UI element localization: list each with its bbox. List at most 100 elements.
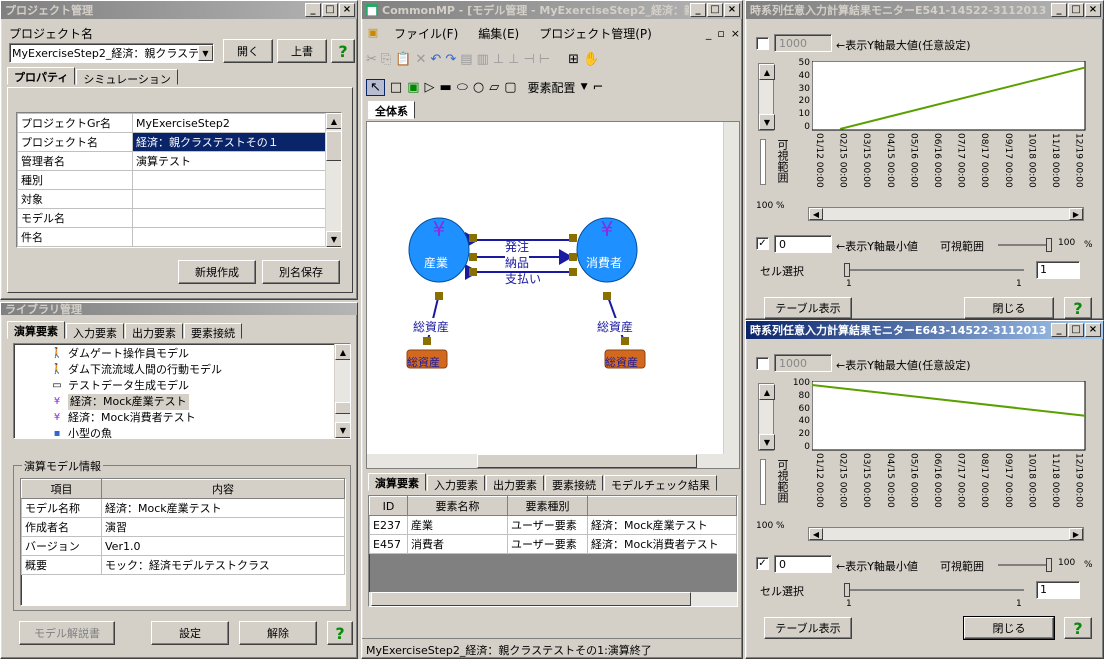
chevron-down-icon[interactable]: ▼ (581, 82, 588, 92)
align3-icon[interactable]: ⊥ (493, 52, 504, 67)
tree-item[interactable]: ▭ テストデータ生成モデル (50, 378, 222, 394)
scroll-up-icon[interactable]: ▲ (759, 384, 775, 400)
hand-icon[interactable]: ✋ (583, 52, 599, 67)
ymax-input[interactable]: 1000 (774, 34, 832, 52)
property-row[interactable]: 件名 (17, 227, 327, 247)
tab-model-check[interactable]: モデルチェック結果 (604, 475, 717, 492)
ymax-scroll[interactable]: ▲ ▼ (758, 383, 775, 451)
layout-menu[interactable]: 要素配置 (528, 79, 576, 96)
help-icon[interactable]: ? (331, 39, 355, 63)
minimize-icon[interactable]: _ (1051, 3, 1067, 17)
menu-project[interactable]: プロジェクト管理(P) (539, 25, 652, 42)
rect-tool-icon[interactable]: □ (390, 80, 402, 95)
close-button[interactable]: 閉じる (964, 297, 1054, 319)
ymax-input[interactable]: 1000 (774, 354, 832, 372)
filled-rect-icon[interactable]: ▬ (440, 80, 452, 95)
tree-item[interactable]: ¥ 経済：Mock消費者テスト (50, 410, 222, 426)
circle-icon[interactable]: ○ (473, 80, 484, 95)
maximize-icon[interactable]: □ (1068, 3, 1084, 17)
delete-icon[interactable]: ✕ (416, 52, 427, 67)
mdi-restore-icon[interactable]: ▫ (717, 27, 724, 40)
release-button[interactable]: 解除 (239, 621, 317, 645)
tab-calc-elements[interactable]: 演算要素 (368, 473, 426, 491)
menu-file[interactable]: ファイル(F) (394, 25, 458, 42)
scroll-right-icon[interactable]: ▶ (1069, 528, 1083, 540)
ymin-input[interactable]: 0 (774, 555, 832, 573)
chart-hscroll[interactable]: ◀ ▶ (808, 207, 1084, 221)
settings-button[interactable]: 設定 (151, 621, 229, 645)
ymax-scroll[interactable]: ▲ ▼ (758, 63, 775, 131)
new-button[interactable]: 新規作成 (178, 260, 256, 284)
maximize-icon[interactable]: □ (322, 3, 338, 17)
cell-select-track[interactable] (844, 263, 1024, 277)
align-icon[interactable]: ▤ (460, 52, 472, 67)
table-row[interactable]: E237 産業 ユーザー要素 経済：Mock産業テスト (369, 515, 737, 535)
property-scrollbar[interactable]: ▲ ▼ (325, 113, 341, 247)
scroll-left-icon[interactable]: ◀ (809, 528, 823, 540)
visible-range-slider[interactable] (760, 459, 766, 505)
scroll-thumb[interactable] (477, 454, 697, 468)
help-icon[interactable]: ? (327, 621, 353, 645)
ymin-checkbox[interactable]: ✓ (756, 237, 769, 250)
mdi-close-icon[interactable]: × (731, 27, 740, 40)
menu-edit[interactable]: 編集(E) (478, 25, 519, 42)
chevron-down-icon[interactable]: ▼ (198, 45, 213, 61)
property-row[interactable]: プロジェクト名 経済：親クラステストその１ (17, 132, 327, 152)
align2-icon[interactable]: ▥ (477, 52, 489, 67)
help-icon[interactable]: ? (1064, 297, 1092, 319)
table-view-button[interactable]: テーブル表示 (764, 617, 852, 639)
scroll-left-icon[interactable]: ◀ (809, 208, 823, 220)
property-row[interactable]: 管理者名 演算テスト (17, 151, 327, 171)
rounded-rect-icon[interactable]: ▢ (504, 80, 516, 95)
parallelogram-icon[interactable]: ▱ (489, 80, 499, 95)
property-row[interactable]: 対象 (17, 189, 327, 209)
close-button[interactable]: 閉じる (963, 616, 1055, 640)
project-titlebar[interactable]: プロジェクト管理 _ □ × (1, 1, 357, 19)
minimize-icon[interactable]: _ (305, 3, 321, 17)
scroll-down-icon[interactable]: ▼ (759, 114, 775, 130)
chart-hscroll[interactable]: ◀ ▶ (808, 527, 1084, 541)
tree-item[interactable]: ▪ 小型の魚 (50, 426, 222, 438)
help-icon[interactable]: ? (1064, 617, 1092, 639)
align5-icon[interactable]: ⊣ (523, 52, 534, 67)
model-canvas[interactable]: ¥ ¥ 産業 消費者 発注 納品 支払い 総資産 総資産 総資産 総資産 (366, 121, 740, 469)
undo-icon[interactable]: ↶ (430, 52, 441, 67)
copy-icon[interactable]: ⎘ (381, 52, 391, 67)
minimize-icon[interactable]: _ (1051, 323, 1067, 337)
maximize-icon[interactable]: □ (707, 3, 723, 17)
ellipse-icon[interactable]: ⬭ (457, 80, 468, 95)
scroll-right-icon[interactable]: ▶ (1069, 208, 1083, 220)
tab-output-elements[interactable]: 出力要素 (125, 323, 183, 340)
tab-input-elements[interactable]: 入力要素 (66, 323, 124, 340)
cell-select-input[interactable]: 1 (1036, 261, 1080, 279)
align4-icon[interactable]: ⊥ (508, 52, 519, 67)
canvas-vscroll[interactable] (723, 122, 739, 468)
tab-properties[interactable]: プロパティ (7, 67, 76, 85)
network-icon[interactable]: ⊞ (568, 52, 579, 67)
table-view-button[interactable]: テーブル表示 (764, 297, 852, 319)
slider-thumb[interactable] (1046, 238, 1052, 252)
scroll-down-icon[interactable]: ▼ (759, 434, 775, 450)
visible-range-track[interactable] (998, 558, 1052, 572)
pointer-icon[interactable]: ↖ (366, 78, 385, 96)
slider-thumb[interactable] (1046, 558, 1052, 572)
scroll-thumb[interactable] (335, 402, 350, 414)
align6-icon[interactable]: ⊢ (539, 52, 550, 67)
project-select[interactable]: MyExerciseStep2_経済：親クラステ ▼ (9, 43, 214, 63)
connector-icon[interactable]: ⌐ (592, 80, 603, 95)
visible-range-slider[interactable] (760, 139, 766, 185)
tab-whole-system[interactable]: 全体系 (368, 101, 415, 119)
green-rect-icon[interactable]: ▣ (407, 80, 419, 95)
tab-input-elements[interactable]: 入力要素 (427, 475, 485, 492)
cell-select-input[interactable]: 1 (1036, 581, 1080, 599)
scroll-down-icon[interactable]: ▼ (335, 422, 350, 438)
ymin-checkbox[interactable]: ✓ (756, 557, 769, 570)
close-icon[interactable]: × (339, 3, 355, 17)
property-row[interactable]: 種別 (17, 170, 327, 190)
tree-item[interactable]: 🚶 ダム下流流域人間の行動モデル (50, 362, 222, 378)
tab-output-elements[interactable]: 出力要素 (486, 475, 544, 492)
ymax-checkbox[interactable] (756, 357, 769, 370)
ymin-input[interactable]: 0 (774, 235, 832, 253)
triangle-icon[interactable]: ▷ (425, 80, 435, 95)
maximize-icon[interactable]: □ (1068, 323, 1084, 337)
